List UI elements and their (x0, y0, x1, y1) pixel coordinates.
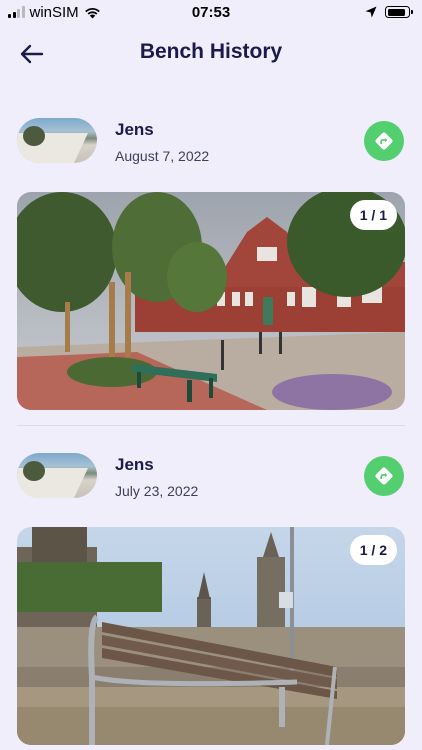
bench-photo[interactable]: 1 / 2 (17, 527, 405, 745)
bench-photo-image (17, 192, 405, 410)
directions-icon (375, 132, 393, 150)
header: Bench History (0, 34, 422, 74)
carrier-label: winSIM (29, 3, 79, 21)
history-entry: Jens July 23, 2022 1 / 2 (0, 453, 422, 745)
entry-user-name: Jens (115, 455, 154, 474)
wifi-icon (84, 7, 100, 18)
page-title: Bench History (139, 40, 283, 63)
entry-date: August 7, 2022 (115, 148, 210, 164)
bench-thumbnail[interactable] (17, 118, 97, 163)
entry-date: July 23, 2022 (115, 483, 199, 499)
status-bar: winSIM 07:53 (0, 0, 422, 24)
history-entry: Jens August 7, 2022 1 / 1 (0, 118, 422, 410)
bench-thumbnail[interactable] (17, 453, 97, 498)
battery-icon (385, 6, 413, 18)
directions-icon (375, 467, 393, 485)
photo-count-badge: 1 / 2 (349, 535, 397, 565)
entry-header: Jens July 23, 2022 (0, 453, 422, 513)
entry-user-name: Jens (115, 120, 154, 139)
status-right (365, 6, 413, 18)
bench-photo[interactable]: 1 / 1 (17, 192, 405, 410)
entry-header: Jens August 7, 2022 (0, 118, 422, 178)
signal-icon (8, 6, 25, 18)
entry-divider (17, 425, 405, 426)
photo-count-badge: 1 / 1 (349, 200, 397, 230)
status-left: winSIM (8, 4, 101, 21)
directions-button[interactable] (364, 121, 404, 161)
directions-button[interactable] (364, 456, 404, 496)
bench-photo-image (17, 527, 405, 745)
location-arrow-icon (365, 6, 377, 18)
